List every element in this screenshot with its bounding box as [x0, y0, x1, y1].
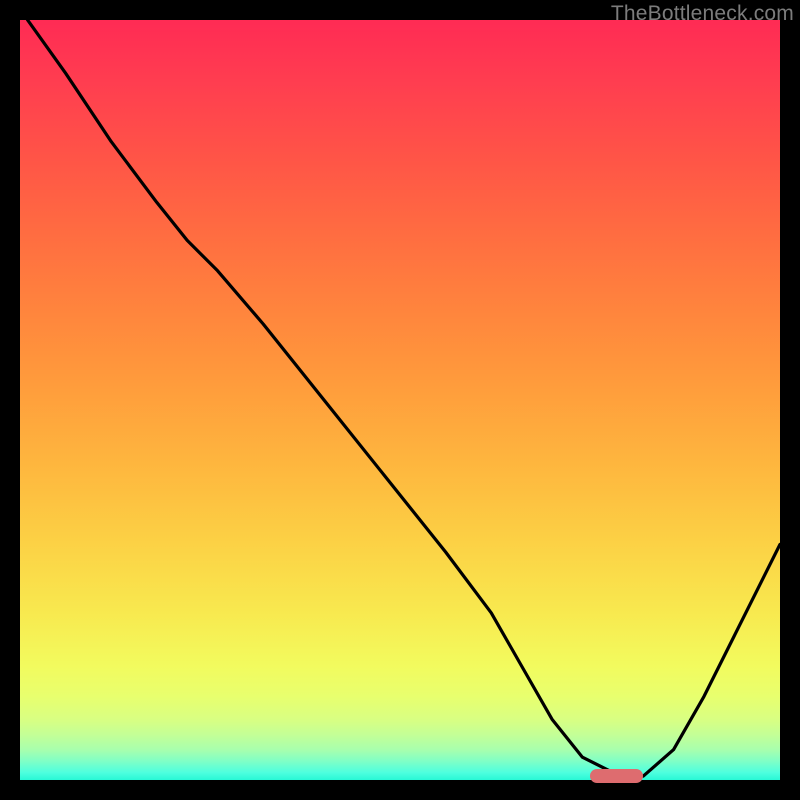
chart-frame: TheBottleneck.com — [0, 0, 800, 800]
curve-layer — [20, 20, 780, 780]
bottleneck-curve — [28, 20, 780, 776]
watermark-text: TheBottleneck.com — [611, 2, 794, 26]
optimal-range-marker — [590, 769, 643, 783]
